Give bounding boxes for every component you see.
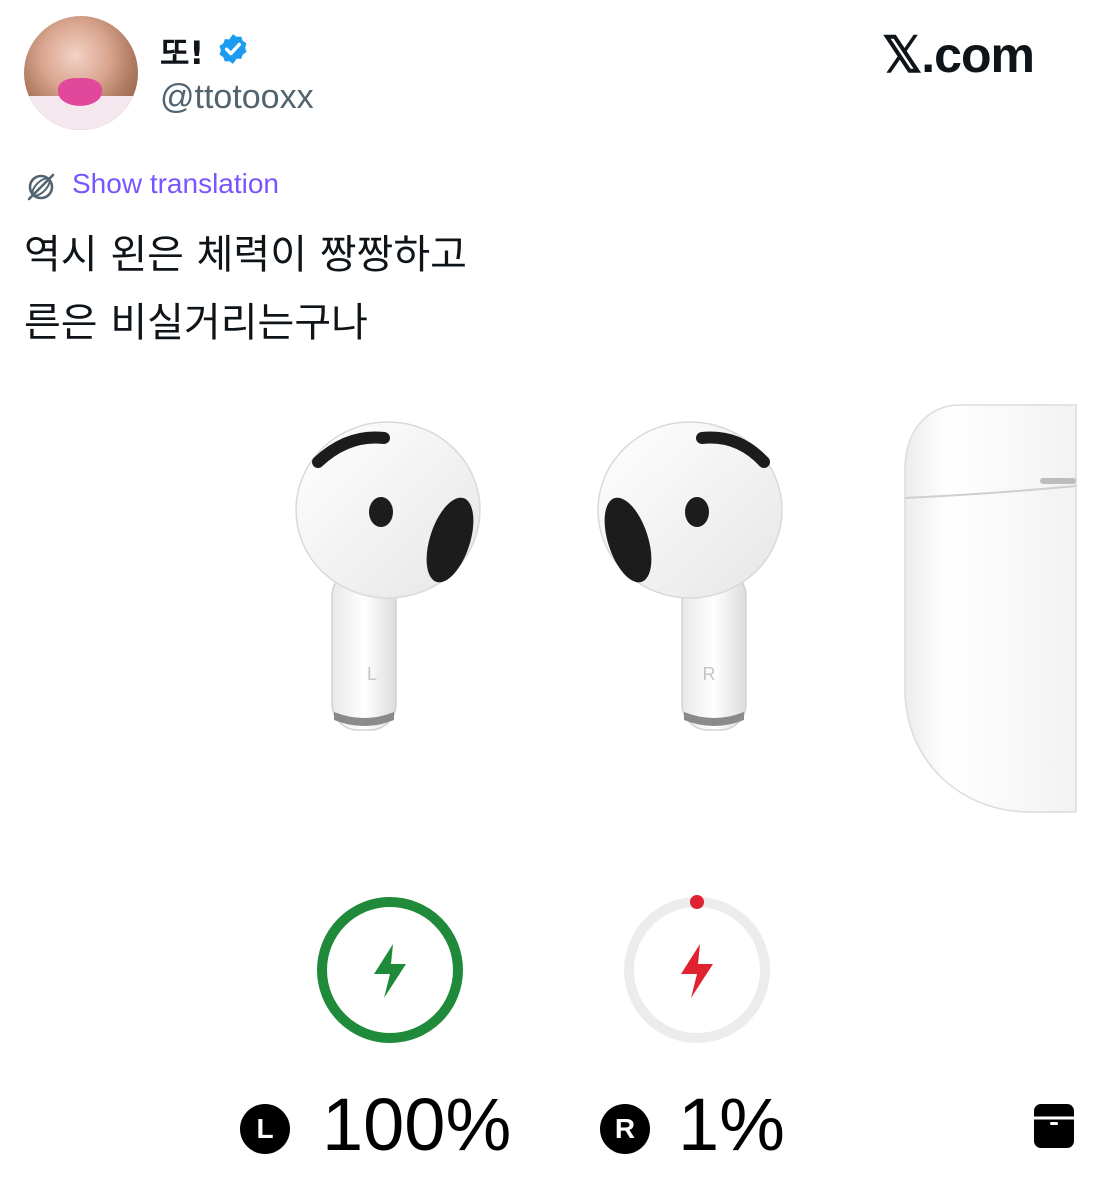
right-bolt-icon [681, 944, 713, 998]
right-badge: R [600, 1104, 650, 1154]
charging-case [904, 404, 1077, 813]
x-logo: 𝕏.com [882, 27, 1035, 83]
case-icon [1034, 1104, 1074, 1148]
left-battery-percent: 100% [322, 1083, 512, 1166]
tweet-text-line-2: 른은 비실거리는구나 [24, 300, 368, 346]
right-stem-label: R [703, 664, 716, 684]
tweet-text-line-1: 역시 왼은 체력이 짱짱하고 [24, 232, 467, 278]
left-stem-label: L [367, 664, 377, 684]
left-earbud: L [295, 421, 481, 731]
right-battery-percent: 1% [678, 1083, 785, 1166]
left-badge: L [240, 1104, 290, 1154]
tweet-media-image[interactable]: L R [0, 370, 1100, 1200]
left-battery-ring [317, 897, 463, 1043]
show-translation-link[interactable]: Show translation [72, 168, 279, 200]
right-earbud: R [597, 421, 783, 731]
verified-badge-icon [219, 34, 247, 64]
globe-icon [27, 173, 55, 201]
right-battery-ring [624, 895, 770, 1043]
left-bolt-icon [374, 944, 406, 998]
avatar[interactable] [24, 16, 138, 130]
user-handle[interactable]: @ttotooxx [160, 78, 314, 117]
avatar-bow [58, 78, 102, 106]
display-name[interactable]: 또! [160, 28, 204, 74]
